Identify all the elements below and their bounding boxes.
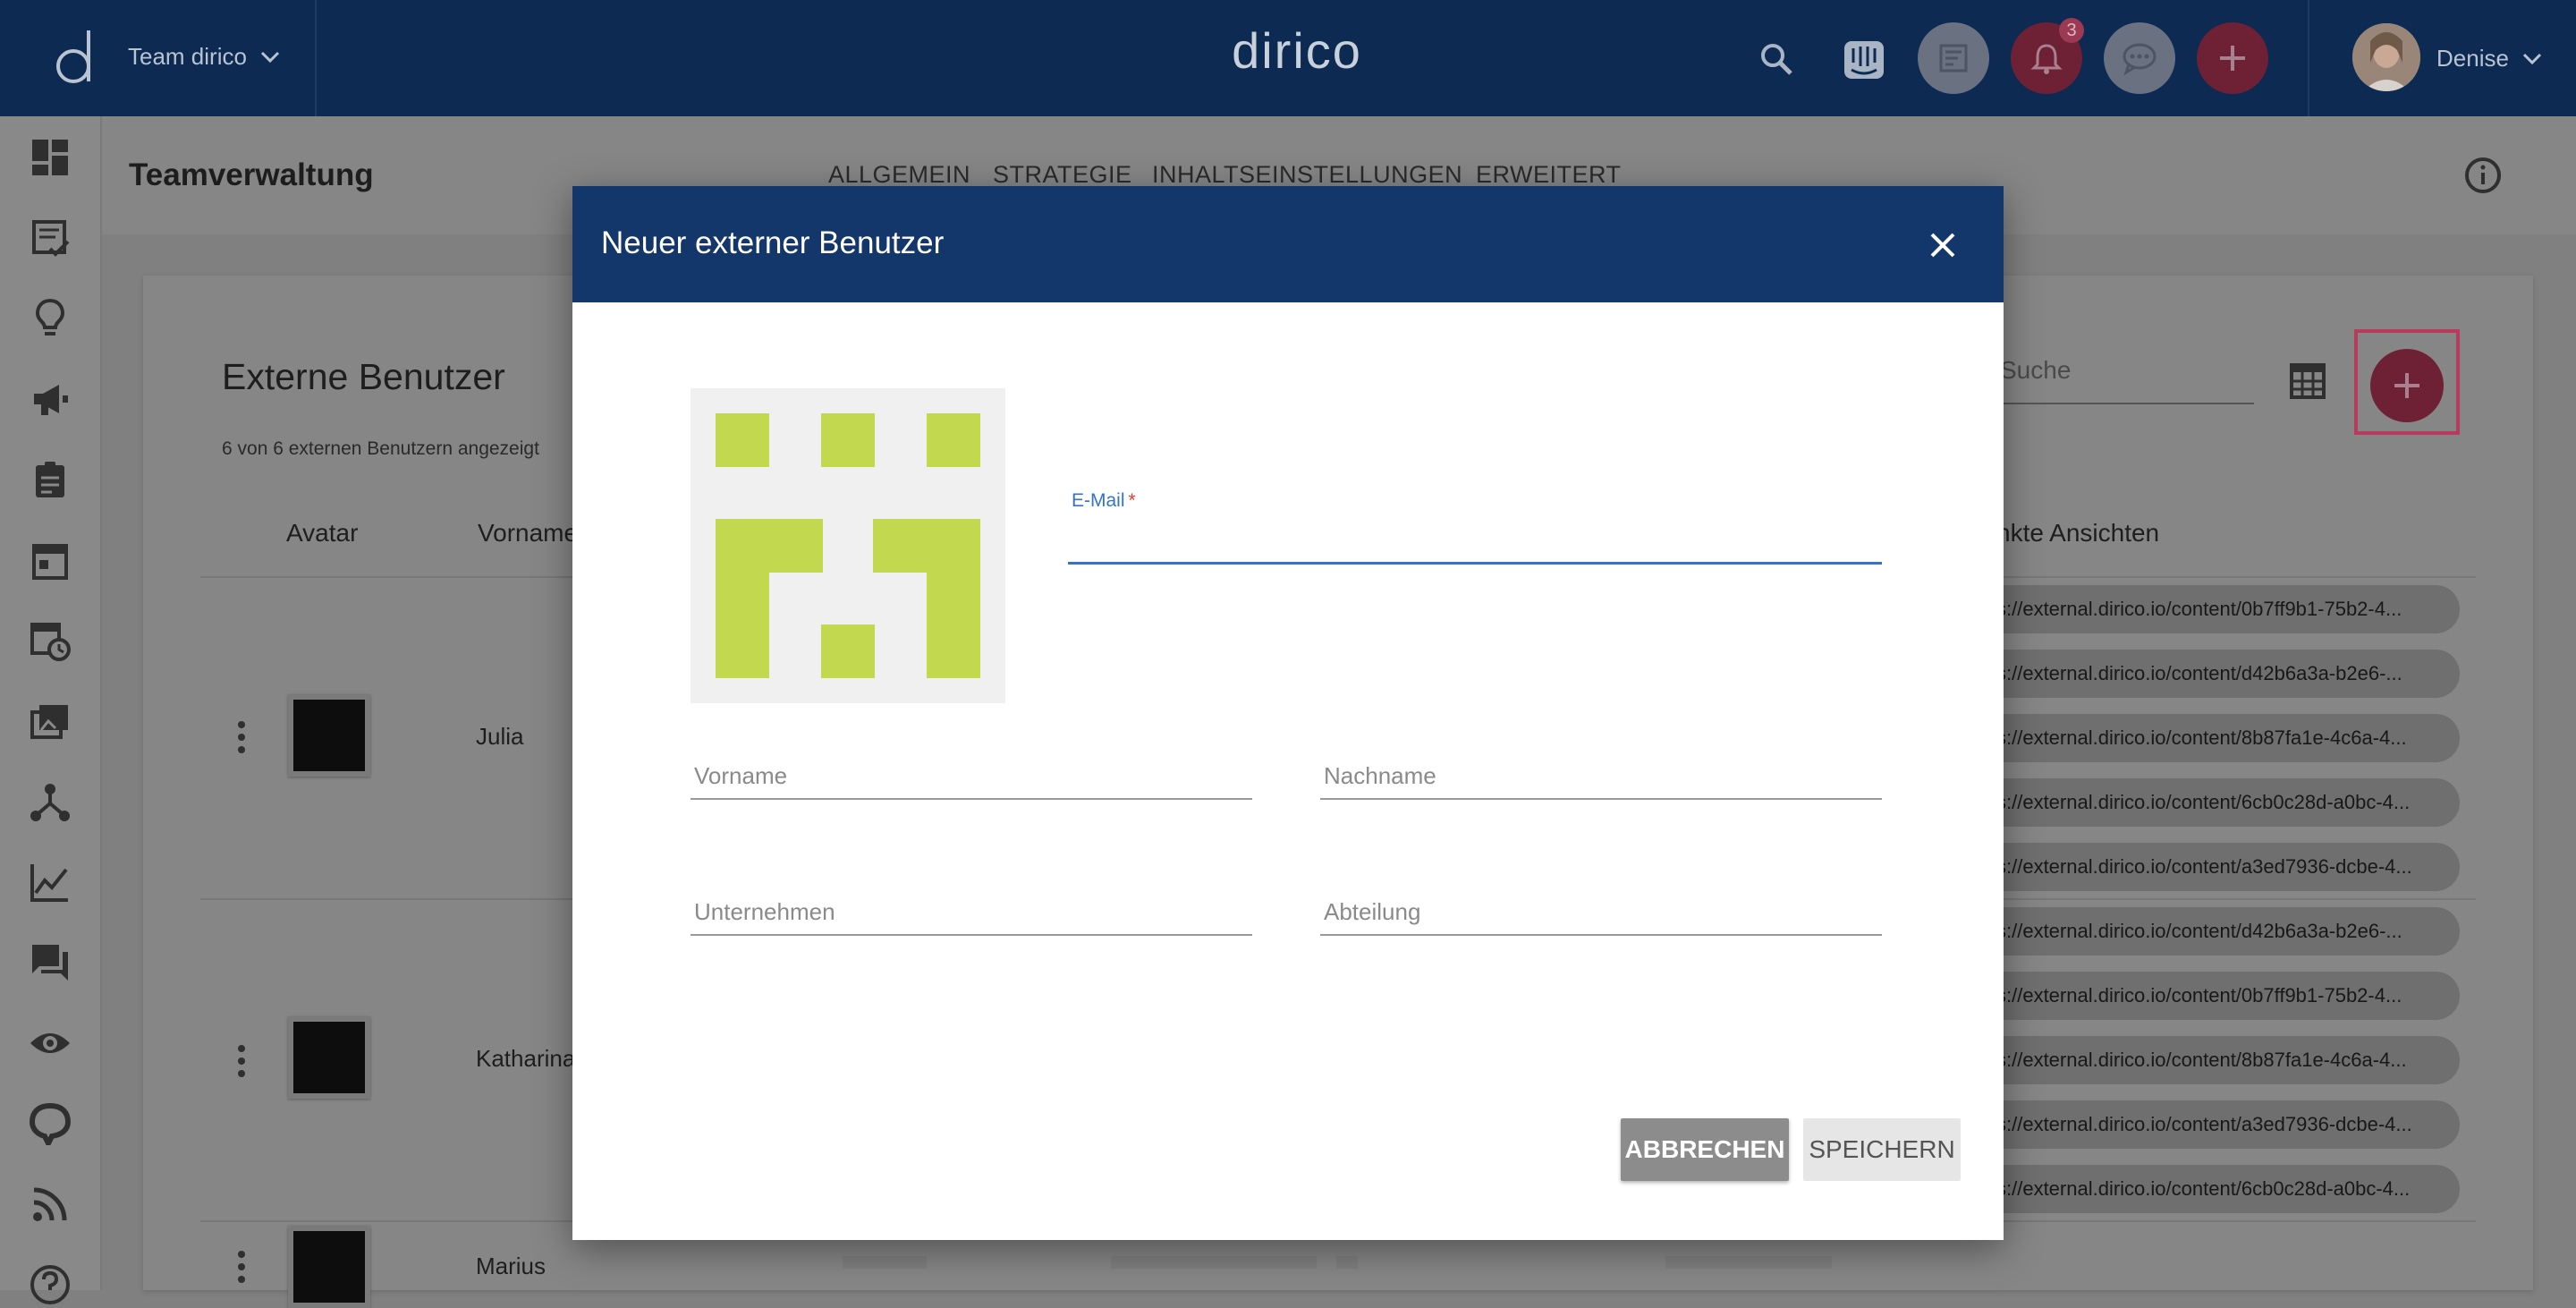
row-menu-icon[interactable]	[234, 719, 249, 755]
avatar	[288, 694, 370, 777]
firstname-field[interactable]: Vorname	[691, 752, 1252, 800]
close-icon[interactable]	[1925, 227, 1961, 263]
dashboard-icon[interactable]	[29, 136, 72, 179]
email-label: E-Mail *	[1072, 490, 1136, 512]
checklist-icon[interactable]	[29, 217, 72, 259]
blurred-cell	[1111, 1256, 1317, 1269]
company-placeholder: Unternehmen	[694, 898, 835, 925]
brand-title: dirico	[1232, 22, 1362, 79]
avatar	[288, 1226, 370, 1308]
tasks-button[interactable]	[1918, 22, 1989, 94]
blurred-cell	[1336, 1256, 1358, 1269]
view-link-chip[interactable]: s://external.dirico.io/content/8b87fa1e-…	[1968, 714, 2460, 762]
company-field[interactable]: Unternehmen	[691, 888, 1252, 936]
help-icon[interactable]	[29, 1263, 72, 1306]
page-title: Teamverwaltung	[129, 157, 374, 192]
create-button[interactable]	[2197, 22, 2268, 94]
row-firstname: Julia	[476, 723, 524, 750]
view-link-chip[interactable]: s://external.dirico.io/content/a3ed7936-…	[1968, 843, 2460, 891]
eye-icon[interactable]	[29, 1022, 72, 1065]
column-header-firstname: Vorname	[478, 519, 579, 547]
team-label: Team dirico	[128, 43, 247, 70]
lightbulb-icon[interactable]	[29, 297, 72, 340]
notification-badge: 3	[2059, 18, 2084, 43]
view-link-chip[interactable]: s://external.dirico.io/content/d42b6a3a-…	[1968, 650, 2460, 698]
table-view-icon[interactable]	[2290, 361, 2326, 401]
view-link-chip[interactable]: s://external.dirico.io/content/0b7ff9b1-…	[1968, 585, 2460, 633]
card-title: Externe Benutzer	[222, 356, 505, 397]
lastname-field[interactable]: Nachname	[1320, 752, 1882, 800]
field-underline	[691, 798, 1252, 800]
chat-icon[interactable]	[29, 941, 72, 984]
search-input[interactable]: Suche	[2000, 356, 2254, 404]
chat-bubble-icon[interactable]	[29, 1102, 72, 1145]
dialog-header: Neuer externer Benutzer	[572, 186, 2004, 302]
required-mark: *	[1128, 490, 1136, 511]
view-link-chip[interactable]: s://external.dirico.io/content/0b7ff9b1-…	[1968, 972, 2460, 1020]
lastname-placeholder: Nachname	[1324, 762, 1436, 789]
row-menu-icon[interactable]	[234, 1043, 249, 1079]
row-menu-icon[interactable]	[234, 1249, 249, 1285]
column-header-views: nkte Ansichten	[1996, 519, 2160, 547]
avatar	[288, 1016, 370, 1099]
bell-icon	[2030, 44, 2063, 74]
add-external-user-button[interactable]	[2370, 349, 2444, 422]
chevron-down-icon	[2522, 53, 2541, 64]
card-subtitle: 6 von 6 externen Benutzern angezeigt	[222, 438, 539, 459]
view-link-chip[interactable]: s://external.dirico.io/content/a3ed7936-…	[1968, 1100, 2460, 1149]
view-link-chip[interactable]: s://external.dirico.io/content/6cb0c28d-…	[1968, 1165, 2460, 1213]
search-icon[interactable]	[1758, 41, 1794, 77]
column-header-avatar: Avatar	[286, 519, 359, 547]
intercom-icon[interactable]	[1843, 39, 1885, 81]
new-external-user-dialog: Neuer externer Benutzer E-Mail * Vorname …	[572, 186, 2004, 1240]
user-name: Denise	[2436, 45, 2509, 72]
tab-erweitert[interactable]: ERWEITERT	[1476, 161, 1622, 189]
user-menu[interactable]: Denise	[2436, 45, 2543, 72]
email-field[interactable]	[1068, 526, 1882, 562]
clipboard-icon[interactable]	[29, 458, 72, 501]
calendar-icon[interactable]	[29, 539, 72, 582]
calendar-clock-icon[interactable]	[29, 619, 72, 662]
save-button[interactable]: SPEICHERN	[1803, 1118, 1961, 1181]
megaphone-icon[interactable]	[29, 378, 72, 420]
rss-icon[interactable]	[29, 1183, 72, 1226]
firstname-placeholder: Vorname	[694, 762, 788, 789]
row-firstname: Katharina	[476, 1045, 576, 1072]
dirico-logo-icon[interactable]	[52, 25, 102, 88]
field-underline	[691, 934, 1252, 936]
blurred-cell	[843, 1256, 927, 1269]
blurred-cell	[1665, 1256, 1832, 1269]
search-placeholder: Suche	[2000, 356, 2072, 384]
dialog-title: Neuer externer Benutzer	[601, 225, 945, 260]
tab-inhaltseinstellungen[interactable]: INHALTSEINSTELLUNGEN	[1152, 161, 1462, 189]
view-link-chip[interactable]: s://external.dirico.io/content/d42b6a3a-…	[1968, 907, 2460, 956]
chevron-down-icon	[260, 51, 279, 63]
identicon-avatar	[691, 388, 1005, 703]
department-placeholder: Abteilung	[1324, 898, 1421, 925]
user-photo-icon	[2352, 23, 2420, 91]
view-link-chip[interactable]: s://external.dirico.io/content/8b87fa1e-…	[1968, 1036, 2460, 1084]
messages-button[interactable]	[2104, 22, 2175, 94]
task-list-icon	[1939, 44, 1968, 72]
field-underline	[1320, 934, 1882, 936]
info-icon[interactable]	[2463, 156, 2503, 195]
field-underline	[1320, 798, 1882, 800]
plus-icon	[2220, 46, 2245, 71]
gallery-icon[interactable]	[29, 700, 72, 743]
cancel-button[interactable]: ABBRECHEN	[1621, 1118, 1789, 1181]
tab-strategie[interactable]: STRATEGIE	[993, 161, 1132, 189]
chart-line-icon[interactable]	[29, 861, 72, 904]
avatar[interactable]	[2352, 23, 2420, 91]
tab-allgemein[interactable]: ALLGEMEIN	[828, 161, 970, 189]
plus-icon	[2394, 373, 2419, 398]
team-switcher[interactable]: Team dirico	[128, 43, 281, 71]
email-label-text: E-Mail	[1072, 490, 1125, 511]
view-link-chip[interactable]: s://external.dirico.io/content/6cb0c28d-…	[1968, 778, 2460, 827]
email-underline	[1068, 562, 1882, 565]
department-field[interactable]: Abteilung	[1320, 888, 1882, 936]
hierarchy-icon[interactable]	[29, 780, 72, 823]
row-firstname: Marius	[476, 1253, 547, 1279]
chat-icon	[2123, 43, 2157, 76]
